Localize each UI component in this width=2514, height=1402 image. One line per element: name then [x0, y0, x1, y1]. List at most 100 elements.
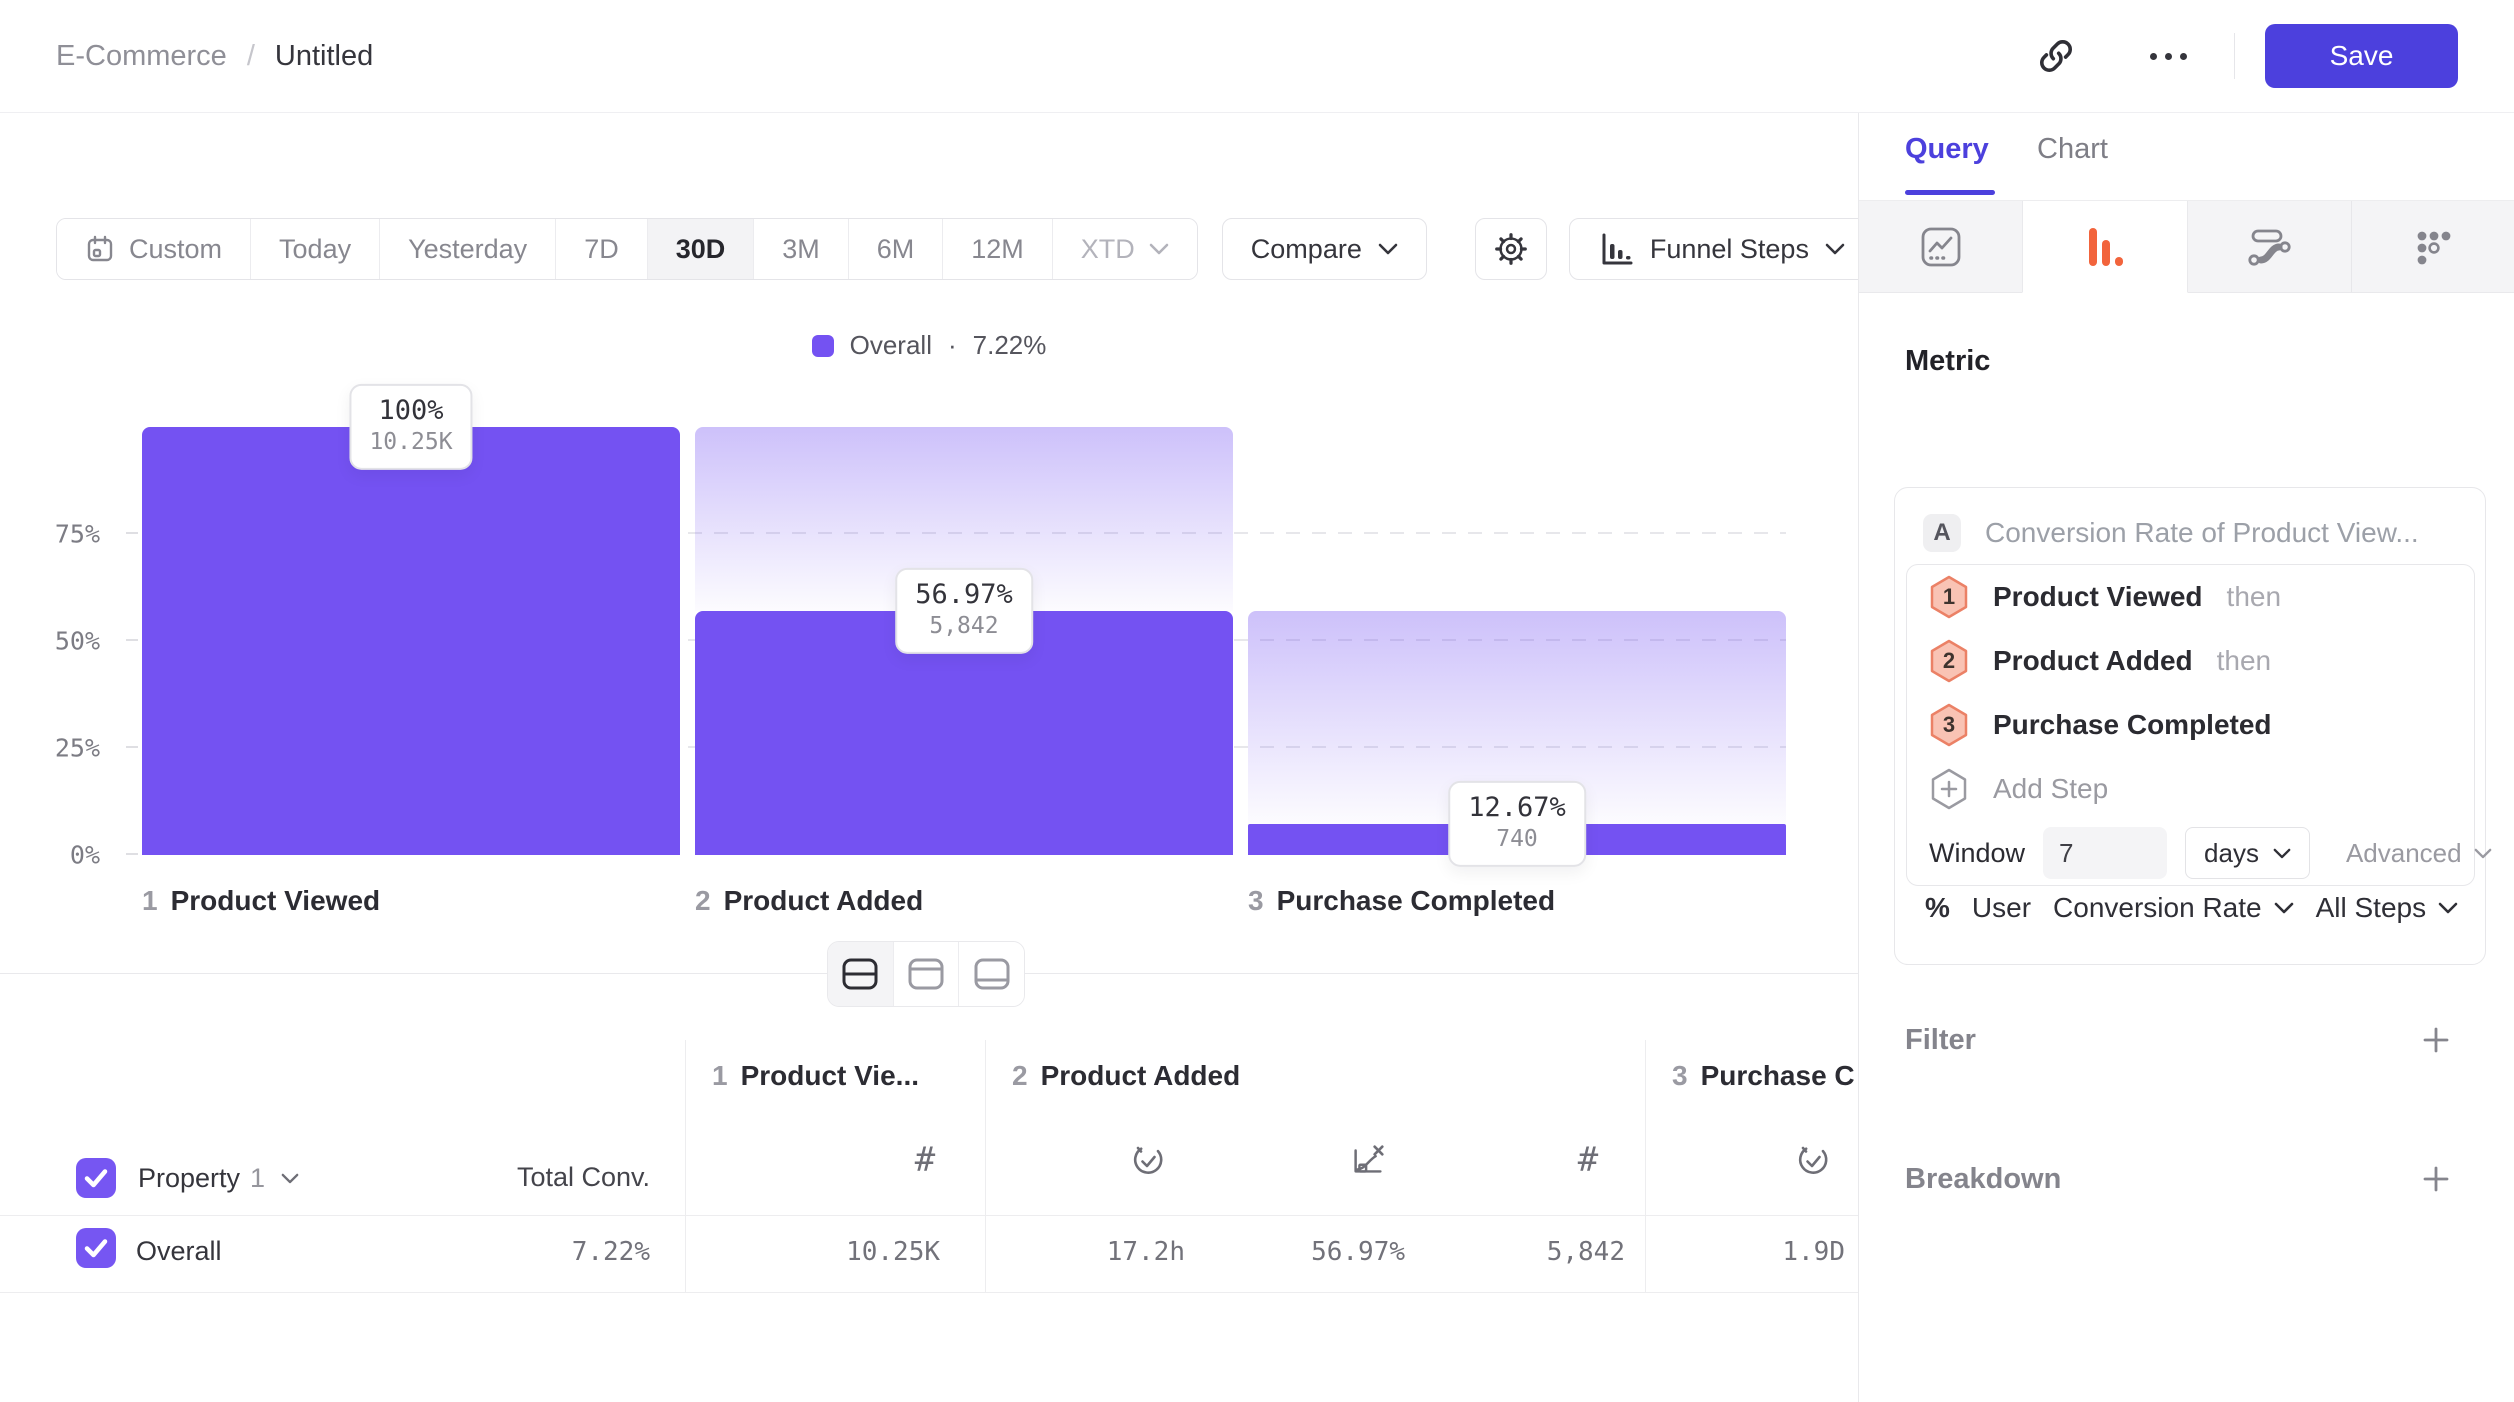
more-actions-button[interactable]: [2136, 24, 2200, 88]
funnel-chart: 0% 25% 50% 75% 100% 10.25K 1Product View…: [142, 427, 1786, 855]
chart-type-retention-tab[interactable]: [2351, 201, 2514, 293]
table-header-border: [0, 1215, 1858, 1216]
funnel-value-badge: 56.97% 5,842: [895, 568, 1033, 654]
funnel-steps-card: 1 Product Viewed then 2 Product Added th…: [1906, 564, 2475, 886]
y-axis-label: 75%: [55, 520, 100, 549]
funnel-steps-icon: [1598, 231, 1634, 267]
total-conversion-column-header[interactable]: Total Conv.: [400, 1162, 650, 1193]
chart-settings-button[interactable]: [1475, 218, 1547, 280]
top-bar-divider: [2234, 33, 2235, 79]
select-all-checkbox[interactable]: [76, 1158, 116, 1198]
metric-heading: Metric: [1905, 345, 1990, 378]
range-7d-button[interactable]: 7D: [556, 219, 648, 279]
advanced-toggle[interactable]: Advanced: [2346, 838, 2492, 869]
chevron-down-icon: [1149, 243, 1169, 255]
funnel-value-badge: 100% 10.25K: [349, 384, 472, 470]
funnel-bar: [142, 427, 680, 855]
save-button[interactable]: Save: [2265, 24, 2458, 88]
y-axis-label: 25%: [55, 734, 100, 763]
property-selector[interactable]: Property 1: [138, 1163, 299, 1194]
row-checkbox[interactable]: [76, 1228, 116, 1268]
add-step-row[interactable]: Add Step: [1907, 757, 2474, 821]
filter-heading: Filter: [1905, 1024, 1976, 1057]
table-column-divider: [1645, 1040, 1646, 1292]
range-today-button[interactable]: Today: [251, 219, 380, 279]
layout-toggle-group: [827, 941, 1025, 1007]
measure-row: % User Conversion Rate All Steps: [1925, 892, 2458, 924]
funnel-bar-product-viewed[interactable]: 100% 10.25K 1Product Viewed: [142, 427, 680, 855]
layout-chart-only-button[interactable]: [894, 942, 960, 1006]
layout-table-only-button[interactable]: [959, 942, 1024, 1006]
chart-type-funnel-tab[interactable]: [2022, 201, 2187, 293]
hash-icon: #: [1578, 1140, 1598, 1180]
avg-time-column-header[interactable]: [1128, 1140, 1168, 1180]
legend-separator: ·: [948, 330, 957, 361]
range-6m-button[interactable]: 6M: [849, 219, 944, 279]
chart-percent-icon: [1348, 1140, 1388, 1180]
table-column-divider: [685, 1040, 686, 1292]
table-column-divider: [985, 1040, 986, 1292]
table-group-header-step3[interactable]: 3Purchase C: [1672, 1060, 1855, 1092]
funnel-bar-product-added[interactable]: 56.97% 5,842 2Product Added: [695, 427, 1233, 855]
add-step-hexagon-icon: [1929, 767, 1969, 811]
step-conversion-pct: 12.67%: [1468, 791, 1566, 825]
range-custom-button[interactable]: Custom: [57, 219, 251, 279]
step-row-2[interactable]: 2 Product Added then: [1907, 629, 2474, 693]
range-12m-button[interactable]: 12M: [943, 219, 1053, 279]
add-breakdown-button[interactable]: [2414, 1157, 2458, 1201]
chevron-down-icon: [2273, 848, 2291, 859]
step-count: 10.25K: [369, 428, 452, 458]
chevron-down-icon: [2274, 902, 2294, 914]
chart-type-insights-tab[interactable]: [1859, 201, 2022, 293]
table-group-header-step2[interactable]: 2Product Added: [1012, 1060, 1240, 1092]
chart-legend[interactable]: Overall · 7.22%: [0, 330, 1858, 361]
window-unit-select[interactable]: days: [2185, 827, 2310, 879]
breadcrumb-parent[interactable]: E-Commerce: [56, 40, 227, 73]
step-connector: then: [2227, 581, 2282, 613]
step-event-name: Product Added: [1993, 645, 2193, 677]
count-column-header[interactable]: #: [905, 1140, 945, 1180]
window-value-input[interactable]: [2043, 827, 2167, 879]
query-panel: Query Chart: [1858, 113, 2514, 1402]
active-tab-underline: [1905, 190, 1995, 195]
step-row-3[interactable]: 3 Purchase Completed: [1907, 693, 2474, 757]
range-3m-button[interactable]: 3M: [754, 219, 849, 279]
step-2-badge: 2: [1929, 639, 1969, 683]
step-row-1[interactable]: 1 Product Viewed then: [1907, 565, 2474, 629]
tab-query[interactable]: Query: [1905, 133, 1989, 166]
measure-type-select[interactable]: Conversion Rate: [2053, 892, 2294, 924]
cell-total-conversion: 7.22%: [470, 1237, 650, 1267]
layout-split-view-button[interactable]: [828, 942, 894, 1006]
metric-card-header[interactable]: A Conversion Rate of Product View...: [1923, 514, 2419, 552]
measure-scope-select[interactable]: All Steps: [2316, 892, 2459, 924]
count-column-header[interactable]: #: [1568, 1140, 1608, 1180]
page-title[interactable]: Untitled: [275, 40, 373, 73]
table-group-header-step1[interactable]: 1Product Vie...: [712, 1060, 919, 1092]
metric-title: Conversion Rate of Product View...: [1985, 517, 2419, 549]
share-link-button[interactable]: [2024, 24, 2088, 88]
cell-step2-conversion: 56.97%: [1225, 1237, 1405, 1267]
chart-type-selector[interactable]: Funnel Steps: [1569, 218, 1874, 280]
range-xtd-button[interactable]: XTD: [1053, 219, 1197, 279]
range-yesterday-button[interactable]: Yesterday: [380, 219, 556, 279]
range-30d-button[interactable]: 30D: [648, 219, 755, 279]
chart-type-flow-tab[interactable]: [2188, 201, 2351, 293]
avg-time-column-header[interactable]: [1793, 1140, 1833, 1180]
chevron-down-icon: [2438, 902, 2458, 914]
gear-icon: [1492, 230, 1530, 268]
add-filter-button[interactable]: [2414, 1018, 2458, 1062]
chart-toolbar: Custom Today Yesterday 7D 30D 3M 6M 12M …: [56, 218, 1874, 280]
step-conversion-pct: 100%: [369, 394, 452, 428]
table-row-label[interactable]: Overall: [136, 1236, 222, 1267]
step-count: 740: [1468, 825, 1566, 855]
measure-entity[interactable]: User: [1972, 892, 2031, 924]
cell-step2-count: 5,842: [1445, 1237, 1625, 1267]
clock-check-icon: [1793, 1140, 1833, 1180]
conversion-rate-column-header[interactable]: [1348, 1140, 1388, 1180]
compare-button[interactable]: Compare: [1222, 218, 1427, 280]
svg-text:1: 1: [1943, 584, 1955, 609]
percent-icon: %: [1925, 892, 1950, 924]
funnel-bar-purchase-completed[interactable]: 12.67% 740 3Purchase Completed: [1248, 427, 1786, 855]
check-icon: [76, 1158, 116, 1198]
tab-chart[interactable]: Chart: [2037, 133, 2108, 166]
